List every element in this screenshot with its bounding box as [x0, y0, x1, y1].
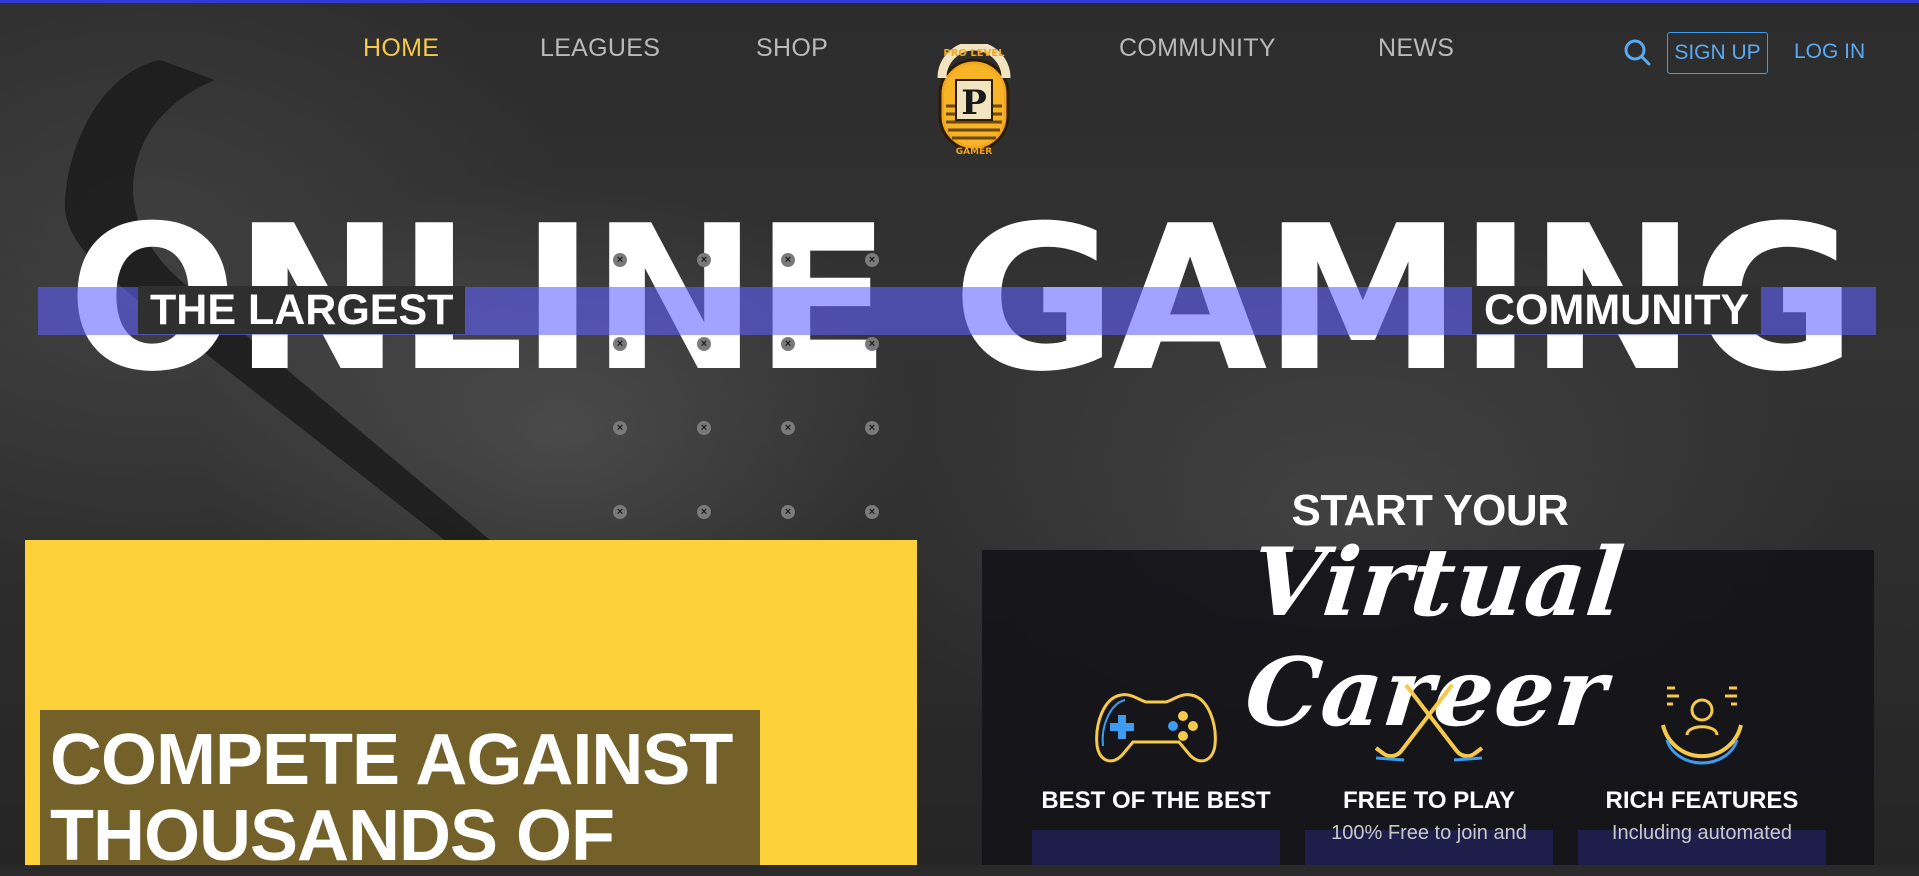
gamepad-icon: [1095, 693, 1217, 763]
dot-icon: ×: [613, 505, 627, 519]
feature-description: 100% Free to join and: [1331, 822, 1527, 844]
svg-text:GAMER: GAMER: [956, 147, 992, 156]
feature-title: RICH FEATURES: [1605, 787, 1799, 814]
nav-leagues[interactable]: LEAGUES: [540, 34, 660, 63]
feature-title: BEST OF THE BEST: [1041, 787, 1271, 814]
sign-up-button[interactable]: SIGN UP: [1667, 32, 1768, 74]
dot-icon: ×: [865, 337, 879, 351]
dot-icon: ×: [613, 337, 627, 351]
feature-card-bg: [1032, 830, 1280, 865]
dot-icon: ×: [697, 253, 711, 267]
svg-text:P: P: [961, 83, 987, 123]
dot-icon: ×: [781, 421, 795, 435]
nav-home[interactable]: HOME: [363, 34, 439, 63]
dot-icon: ×: [781, 505, 795, 519]
nav-news[interactable]: NEWS: [1378, 34, 1454, 63]
nav-shop[interactable]: SHOP: [756, 34, 828, 63]
feature-title: FREE TO PLAY: [1342, 787, 1516, 814]
dot-icon: ×: [781, 253, 795, 267]
dot-icon: ×: [613, 253, 627, 267]
feature-best: BEST OF THE BEST: [1031, 680, 1281, 819]
dot-icon: ×: [613, 421, 627, 435]
search-icon[interactable]: [1623, 38, 1651, 66]
dot-icon: ×: [781, 337, 795, 351]
hockey-sticks-icon: [1374, 683, 1484, 762]
hero-tag-largest: THE LARGEST: [138, 286, 466, 334]
pro-level-gamer-logo[interactable]: P PRO LEVEL GAMER: [934, 44, 1014, 156]
hero-tag-community: COMMUNITY: [1472, 286, 1762, 334]
svg-text:PRO LEVEL: PRO LEVEL: [943, 48, 1005, 59]
feature-description: Including automated: [1611, 822, 1793, 844]
compete-headline: COMPETE AGAINST THOUSANDS OF: [50, 720, 733, 876]
feature-rich: RICH FEATURES Including automated: [1577, 680, 1827, 847]
dot-icon: ×: [865, 505, 879, 519]
dot-icon: ×: [697, 337, 711, 351]
feature-free: FREE TO PLAY 100% Free to join and: [1304, 680, 1554, 847]
dot-icon: ×: [865, 253, 879, 267]
dot-icon: ×: [697, 421, 711, 435]
log-in-link[interactable]: LOG IN: [1794, 40, 1865, 64]
nav-community[interactable]: COMMUNITY: [1119, 34, 1276, 63]
top-accent-line: [0, 0, 1919, 3]
features-icon: [1661, 686, 1743, 765]
dot-icon: ×: [697, 505, 711, 519]
dot-icon: ×: [865, 421, 879, 435]
